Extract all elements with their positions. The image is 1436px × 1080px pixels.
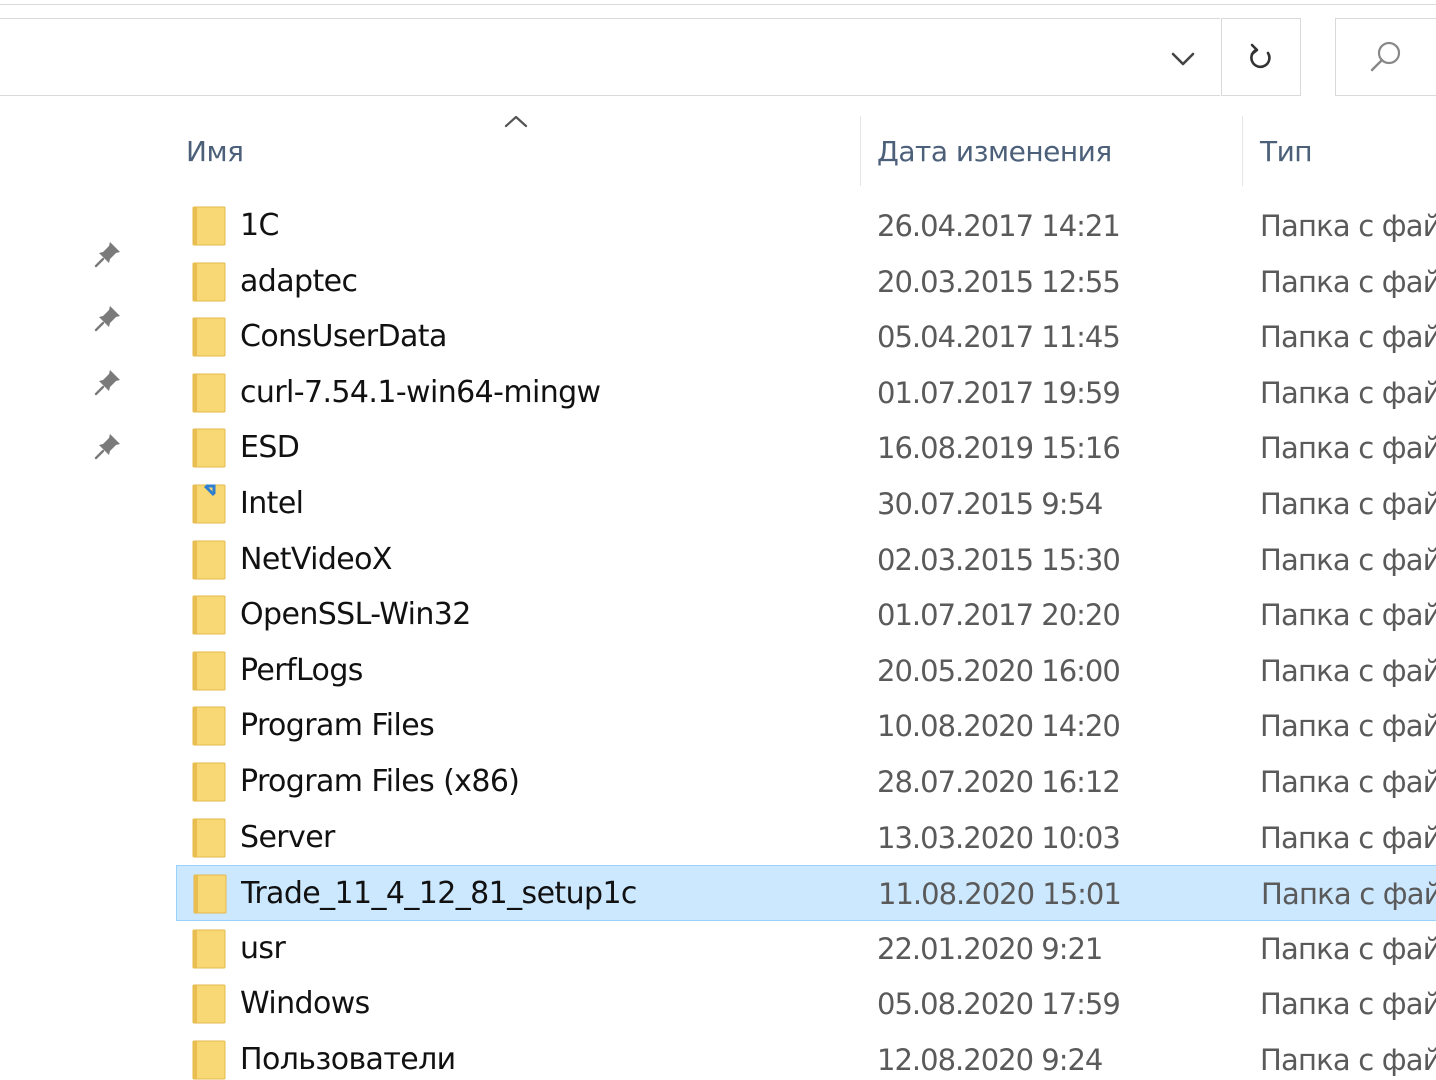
pin-icon[interactable] (92, 238, 124, 270)
file-type: Папка с фай (1260, 987, 1436, 1022)
folder-icon (192, 373, 226, 413)
file-row[interactable]: Program Files (x86) 28.07.2020 16:12 Папка… (176, 754, 1436, 810)
file-type: Папка с фай (1261, 877, 1436, 912)
file-date-modified: 02.03.2015 15:30 (877, 542, 1121, 577)
refresh-icon (1250, 43, 1271, 69)
file-date-modified: 30.07.2015 9:54 (877, 487, 1103, 521)
file-date-modified: 10.08.2020 14:20 (877, 709, 1121, 744)
file-date-modified: 12.08.2020 9:24 (877, 1043, 1103, 1077)
file-row[interactable]: Server 13.03.2020 10:03 Папка с фай (176, 810, 1436, 866)
file-type: Папка с фай (1260, 375, 1436, 410)
address-bar[interactable] (0, 18, 1220, 96)
file-name: Пользователи (240, 1042, 456, 1077)
file-row[interactable]: ConsUserData 05.04.2017 11:45 Папка с фай (176, 309, 1436, 365)
pin-icon[interactable] (92, 366, 124, 398)
file-date-modified: 05.08.2020 17:59 (877, 987, 1121, 1022)
file-date-modified: 20.03.2015 12:55 (877, 264, 1121, 299)
address-history-dropdown[interactable] (1160, 36, 1206, 82)
column-header-name[interactable]: Имя (186, 116, 846, 186)
file-date-modified: 13.03.2020 10:03 (877, 820, 1121, 855)
file-row[interactable]: PerfLogs 20.05.2020 16:00 Папка с фай (176, 643, 1436, 699)
column-header-type[interactable]: Тип (1260, 116, 1436, 186)
file-name: Intel (240, 486, 304, 521)
file-row[interactable]: usr 22.01.2020 9:21 Папка с фай (176, 921, 1436, 977)
file-name: Trade_11_4_12_81_setup1c (241, 876, 637, 912)
file-date-modified: 01.07.2017 19:59 (877, 375, 1121, 410)
file-name: Windows (240, 986, 370, 1022)
file-row[interactable]: Intel 30.07.2015 9:54 Папка с фай (176, 476, 1436, 532)
file-type: Папка с фай (1260, 209, 1436, 243)
file-name: usr (240, 930, 286, 966)
ribbon-divider (0, 4, 1436, 5)
file-date-modified: 22.01.2020 9:21 (877, 931, 1103, 966)
refresh-button[interactable] (1221, 18, 1301, 96)
pin-icon[interactable] (92, 430, 124, 462)
file-date-modified: 11.08.2020 15:01 (878, 877, 1122, 912)
file-explorer-window: Имя Дата изменения Тип 1C 26.04.2017 14:2… (0, 0, 1436, 1080)
file-date-modified: 28.07.2020 16:12 (877, 765, 1121, 799)
folder-icon (192, 428, 226, 468)
folder-icon (193, 874, 227, 914)
file-date-modified: 26.04.2017 14:21 (877, 209, 1121, 243)
search-icon (1366, 38, 1406, 78)
file-row[interactable]: NetVideoX 02.03.2015 15:30 Папка с фай (176, 532, 1436, 588)
file-name: PerfLogs (240, 652, 363, 688)
file-name: Program Files (240, 708, 435, 744)
folder-icon (192, 262, 226, 302)
folder-icon (192, 818, 226, 858)
file-type: Папка с фай (1260, 709, 1436, 744)
folder-shortcut-icon (192, 484, 226, 524)
file-name: OpenSSL-Win32 (240, 597, 471, 633)
file-row[interactable]: OpenSSL-Win32 01.07.2017 20:20 Папка с фай (176, 587, 1436, 643)
file-type: Папка с фай (1260, 542, 1436, 577)
file-name: adaptec (240, 263, 358, 299)
file-date-modified: 16.08.2019 15:16 (877, 431, 1121, 466)
column-divider[interactable] (1242, 116, 1243, 186)
folder-icon (192, 317, 226, 357)
folder-icon (192, 929, 226, 969)
file-type: Папка с фай (1260, 931, 1436, 966)
folder-icon (192, 540, 226, 580)
file-name: ConsUserData (240, 319, 447, 355)
file-row[interactable]: Пользователи 12.08.2020 9:24 Папка с фай (176, 1032, 1436, 1080)
file-name: Program Files (x86) (240, 764, 520, 799)
column-divider[interactable] (860, 116, 861, 186)
file-row[interactable]: 1C 26.04.2017 14:21 Папка с фай (176, 198, 1436, 254)
file-type: Папка с фай (1260, 320, 1436, 355)
file-type: Папка с фай (1260, 598, 1436, 633)
chevron-down-icon (1171, 52, 1195, 66)
file-name: curl-7.54.1-win64-mingw (240, 374, 601, 410)
file-name: 1C (240, 208, 279, 243)
file-type: Папка с фай (1260, 487, 1436, 521)
folder-icon (192, 706, 226, 746)
file-date-modified: 05.04.2017 11:45 (877, 320, 1121, 355)
file-type: Папка с фай (1260, 431, 1436, 466)
file-row[interactable]: Program Files 10.08.2020 14:20 Папка с фай (176, 698, 1436, 754)
pin-icon[interactable] (92, 302, 124, 334)
file-row[interactable]: curl-7.54.1-win64-mingw 01.07.2017 19:59 П… (176, 365, 1436, 421)
column-header-date[interactable]: Дата изменения (877, 116, 1237, 186)
file-type: Папка с фай (1260, 264, 1436, 299)
file-row[interactable]: Trade_11_4_12_81_setup1c 11.08.2020 15:01… (176, 865, 1436, 922)
folder-icon (192, 595, 226, 635)
file-row[interactable]: ESD 16.08.2019 15:16 Папка с фай (176, 420, 1436, 476)
file-type: Папка с фай (1260, 765, 1436, 799)
file-row[interactable]: Windows 05.08.2020 17:59 Папка с фай (176, 976, 1436, 1032)
folder-icon (192, 984, 226, 1024)
folder-icon (192, 762, 226, 802)
file-name: ESD (240, 430, 300, 466)
folder-icon (192, 651, 226, 691)
file-date-modified: 20.05.2020 16:00 (877, 653, 1121, 688)
file-type: Папка с фай (1260, 653, 1436, 688)
folder-icon (192, 206, 226, 246)
file-type: Папка с фай (1260, 820, 1436, 855)
file-date-modified: 01.07.2017 20:20 (877, 598, 1121, 633)
folder-icon (192, 1040, 226, 1080)
file-name: NetVideoX (240, 541, 392, 577)
file-type: Папка с фай (1260, 1043, 1436, 1077)
file-name: Server (240, 819, 335, 855)
file-row[interactable]: adaptec 20.03.2015 12:55 Папка с фай (176, 254, 1436, 310)
